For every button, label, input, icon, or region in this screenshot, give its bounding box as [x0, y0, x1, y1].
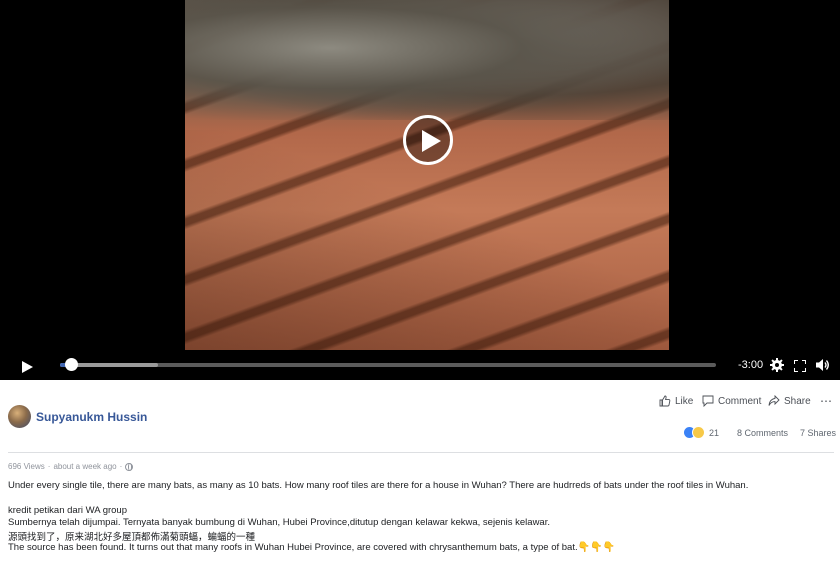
video-frame-debris — [185, 0, 669, 120]
play-icon — [422, 130, 441, 152]
avatar[interactable] — [8, 405, 31, 428]
gear-icon — [770, 358, 784, 372]
video-player[interactable] — [0, 0, 840, 380]
comments-count[interactable]: 8 Comments — [737, 428, 788, 438]
comment-label: Comment — [718, 395, 762, 407]
play-icon — [22, 361, 33, 373]
scrubber-handle[interactable] — [64, 358, 78, 371]
wow-reaction-icon — [692, 426, 705, 439]
play-overlay-button[interactable] — [403, 115, 453, 165]
post-meta: 696 Views · about a week ago · — [8, 462, 134, 471]
post-text-line: kredit petikan dari WA group — [8, 505, 127, 516]
like-action[interactable]: Like — [659, 395, 693, 407]
post-text-line-last: The source has been found. It turns out … — [8, 542, 615, 553]
fullscreen-icon — [793, 359, 807, 373]
settings-button[interactable] — [770, 358, 784, 377]
reactions-summary[interactable]: 21 — [683, 426, 719, 439]
more-options-button[interactable]: ⋯ — [820, 394, 833, 408]
post-text-line: 源頭找到了，原来湖北好多屋頂都佈滿菊頭蝠，蝙蝠的一種 — [8, 532, 256, 543]
share-icon — [768, 395, 780, 406]
play-button[interactable] — [22, 360, 33, 378]
shares-count[interactable]: 7 Shares — [800, 428, 836, 438]
like-label: Like — [675, 395, 694, 407]
meta-separator: · — [119, 462, 123, 471]
fullscreen-button[interactable] — [793, 359, 807, 377]
post-text-line: Under every single tile, there are many … — [8, 480, 749, 491]
post-timestamp[interactable]: about a week ago — [53, 462, 116, 471]
comment-action[interactable]: Comment — [702, 395, 761, 407]
speaker-icon — [816, 359, 829, 371]
pointing-down-emojis: 👇👇👇 — [577, 542, 615, 553]
progress-track[interactable] — [60, 358, 716, 371]
share-label: Share — [784, 395, 811, 407]
comment-icon — [702, 395, 714, 407]
meta-separator: · — [47, 462, 51, 471]
author-name[interactable]: Supyanukm Hussin — [36, 410, 147, 424]
thumbs-up-icon — [659, 395, 671, 407]
video-frame[interactable] — [185, 0, 669, 350]
time-remaining: -3:00 — [738, 359, 764, 371]
reaction-count: 21 — [709, 427, 720, 438]
more-options-icon: ⋯ — [820, 394, 833, 408]
divider — [8, 452, 834, 453]
volume-button[interactable] — [816, 358, 830, 377]
view-count: 696 Views — [8, 462, 45, 471]
globe-icon — [125, 462, 134, 471]
post-text-line: The source has been found. It turns out … — [8, 542, 578, 553]
post-text-line: Sumbernya telah dijumpai. Ternyata banya… — [8, 517, 550, 528]
share-action[interactable]: Share — [768, 395, 811, 407]
